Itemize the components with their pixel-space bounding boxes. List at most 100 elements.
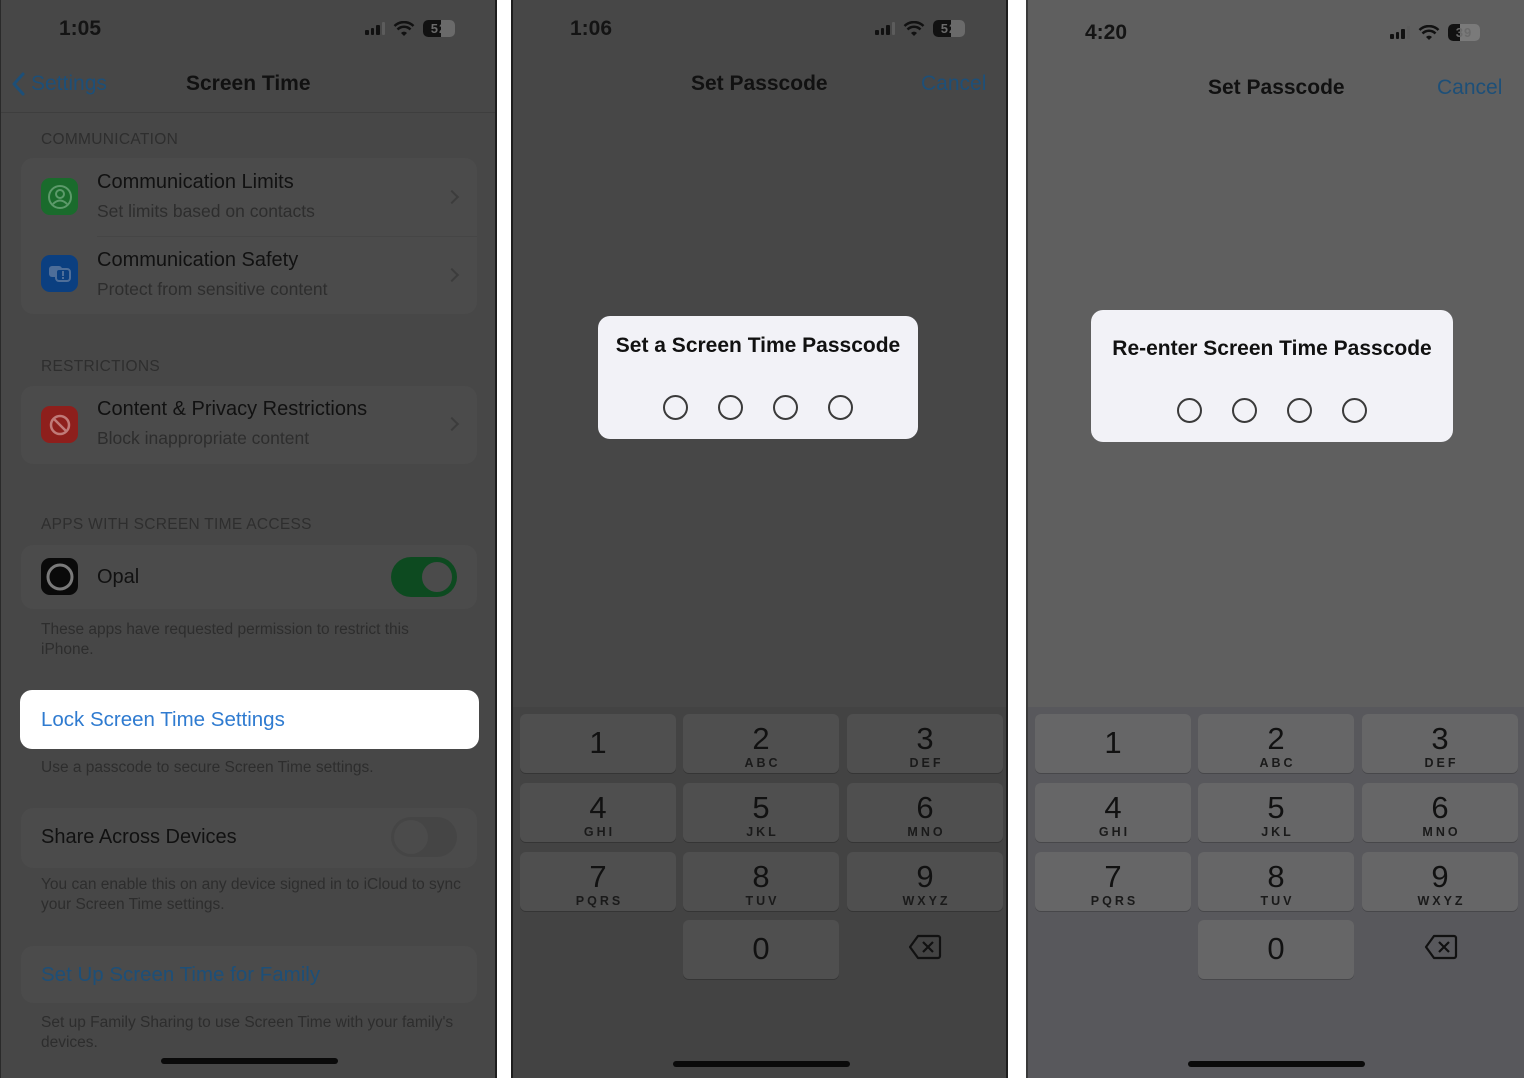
key-number: 3 [1431, 721, 1449, 756]
key-2[interactable]: 2 ABC [1198, 714, 1354, 773]
key-8[interactable]: 8 TUV [683, 852, 839, 911]
communication-safety-row[interactable]: Communication Safety Protect from sensit… [21, 236, 477, 314]
status-icons: 52 [365, 20, 455, 37]
key-4[interactable]: 4 GHI [1035, 783, 1191, 842]
status-icons: 52 [875, 20, 965, 37]
passcode-dots [1091, 398, 1453, 423]
key-0[interactable]: 0 [1198, 920, 1354, 979]
chevron-right-icon [444, 416, 460, 432]
delete-button[interactable] [1424, 933, 1464, 963]
row-subtitle: Block inappropriate content [97, 428, 310, 448]
key-number: 5 [752, 790, 770, 825]
key-2[interactable]: 2 ABC [683, 714, 839, 773]
key-letters: DEF [909, 756, 944, 770]
key-letters: JKL [1261, 825, 1294, 839]
home-indicator[interactable] [1188, 1061, 1365, 1067]
key-5[interactable]: 5 JKL [683, 783, 839, 842]
page-title: Set Passcode [691, 72, 828, 95]
row-subtitle: Protect from sensitive content [97, 279, 328, 299]
number-keypad: 1 2 ABC 3 DEF 4 GHI 5 JKL 6 MNO 7 PQRS 8 TUV 9W… [513, 707, 1006, 1078]
key-number: 9 [1431, 859, 1449, 894]
section-header-apps-access: APPS WITH SCREEN TIME ACCESS [41, 516, 312, 533]
chevron-left-icon [12, 72, 25, 96]
key-number: 8 [752, 859, 770, 894]
key-number: 7 [589, 859, 607, 894]
key-letters: GHI [1098, 825, 1131, 839]
lock-screen-time-settings-button[interactable]: Lock Screen Time Settings [20, 690, 479, 749]
battery-level: 52 [430, 21, 448, 36]
key-7[interactable]: 7 PQRS [520, 852, 676, 911]
cancel-button[interactable]: Cancel [921, 72, 986, 96]
key-8[interactable]: 8 TUV [1198, 852, 1354, 911]
passcode-dialog: Re-enter Screen Time Passcode [1091, 310, 1453, 442]
key-number: 9 [916, 859, 934, 894]
key-0[interactable]: 0 [683, 920, 839, 979]
apps-access-footnote: These apps have requested permission to … [41, 621, 409, 658]
content-privacy-row[interactable]: Content & Privacy Restrictions Block ina… [21, 386, 477, 464]
backspace-icon [908, 934, 942, 960]
chevron-right-icon [444, 267, 460, 283]
key-number: 2 [752, 721, 770, 756]
row-title: Content & Privacy Restrictions [97, 398, 368, 420]
key-3[interactable]: 3 DEF [847, 714, 1003, 773]
apps-access-group: Opal [21, 545, 477, 609]
set-up-family-link[interactable]: Set Up Screen Time for Family [41, 963, 320, 987]
no-entry-icon [41, 406, 78, 443]
key-number: 5 [1267, 790, 1285, 825]
back-button[interactable]: Settings [11, 72, 107, 96]
key-9[interactable]: 9 WXYZ [1362, 852, 1518, 911]
key-letters: GHI [583, 825, 616, 839]
family-group[interactable]: Set Up Screen Time for Family [21, 946, 477, 1003]
key-7[interactable]: 7 PQRS [1035, 852, 1191, 911]
key-letters: PQRS [575, 894, 624, 908]
key-letters: WXYZ [902, 894, 951, 908]
share-devices-footnote: You can enable this on any device signed… [41, 876, 461, 913]
opal-toggle[interactable] [391, 557, 457, 597]
passcode-dot [663, 395, 688, 420]
key-number: 1 [589, 725, 607, 760]
key-1[interactable]: 1 [1035, 714, 1191, 773]
key-number: 2 [1267, 721, 1285, 756]
section-header-communication: COMMUNICATION [41, 131, 179, 148]
key-letters: PQRS [1090, 894, 1139, 908]
key-number: 6 [1431, 790, 1449, 825]
delete-button[interactable] [908, 933, 948, 963]
key-5[interactable]: 5 JKL [1198, 783, 1354, 842]
cellular-signal-icon [1390, 26, 1410, 39]
communication-limits-row[interactable]: Communication Limits Set limits based on… [21, 158, 477, 236]
page-title: Set Passcode [1208, 76, 1345, 99]
key-number: 3 [916, 721, 934, 756]
wifi-icon [393, 20, 415, 36]
communication-group: Communication Limits Set limits based on… [21, 158, 477, 314]
passcode-dots [598, 395, 918, 420]
key-number: 6 [916, 790, 934, 825]
key-3[interactable]: 3 DEF [1362, 714, 1518, 773]
share-devices-toggle[interactable] [391, 817, 457, 857]
home-indicator[interactable] [673, 1061, 850, 1067]
key-1[interactable]: 1 [520, 714, 676, 773]
battery-level: 39 [1455, 25, 1473, 40]
row-title: Share Across Devices [41, 826, 237, 848]
number-keypad: 1 2 ABC 3 DEF 4 GHI 5 JKL 6 MNO 7 PQRS 8 TUV 9W… [1028, 707, 1524, 1078]
reenter-passcode-screen: 4:20 39 Set Passcode Cancel Re-enter Scr… [1026, 0, 1524, 1078]
key-6[interactable]: 6 MNO [847, 783, 1003, 842]
opal-app-icon [41, 558, 78, 595]
home-indicator[interactable] [161, 1058, 338, 1064]
key-letters: WXYZ [1417, 894, 1466, 908]
key-letters: MNO [907, 825, 946, 839]
key-number: 0 [752, 931, 770, 966]
key-number: 0 [1267, 931, 1285, 966]
key-letters: ABC [744, 756, 781, 770]
backspace-icon [1424, 934, 1458, 960]
key-9[interactable]: 9 WXYZ [847, 852, 1003, 911]
passcode-dot [718, 395, 743, 420]
key-number: 1 [1104, 725, 1122, 760]
key-letters: DEF [1424, 756, 1459, 770]
key-6[interactable]: 6 MNO [1362, 783, 1518, 842]
key-number: 4 [589, 790, 607, 825]
toggle-knob [394, 820, 428, 854]
key-4[interactable]: 4 GHI [520, 783, 676, 842]
dialog-title: Re-enter Screen Time Passcode [1112, 337, 1432, 360]
cancel-button[interactable]: Cancel [1437, 76, 1502, 100]
battery-icon: 52 [423, 20, 455, 37]
